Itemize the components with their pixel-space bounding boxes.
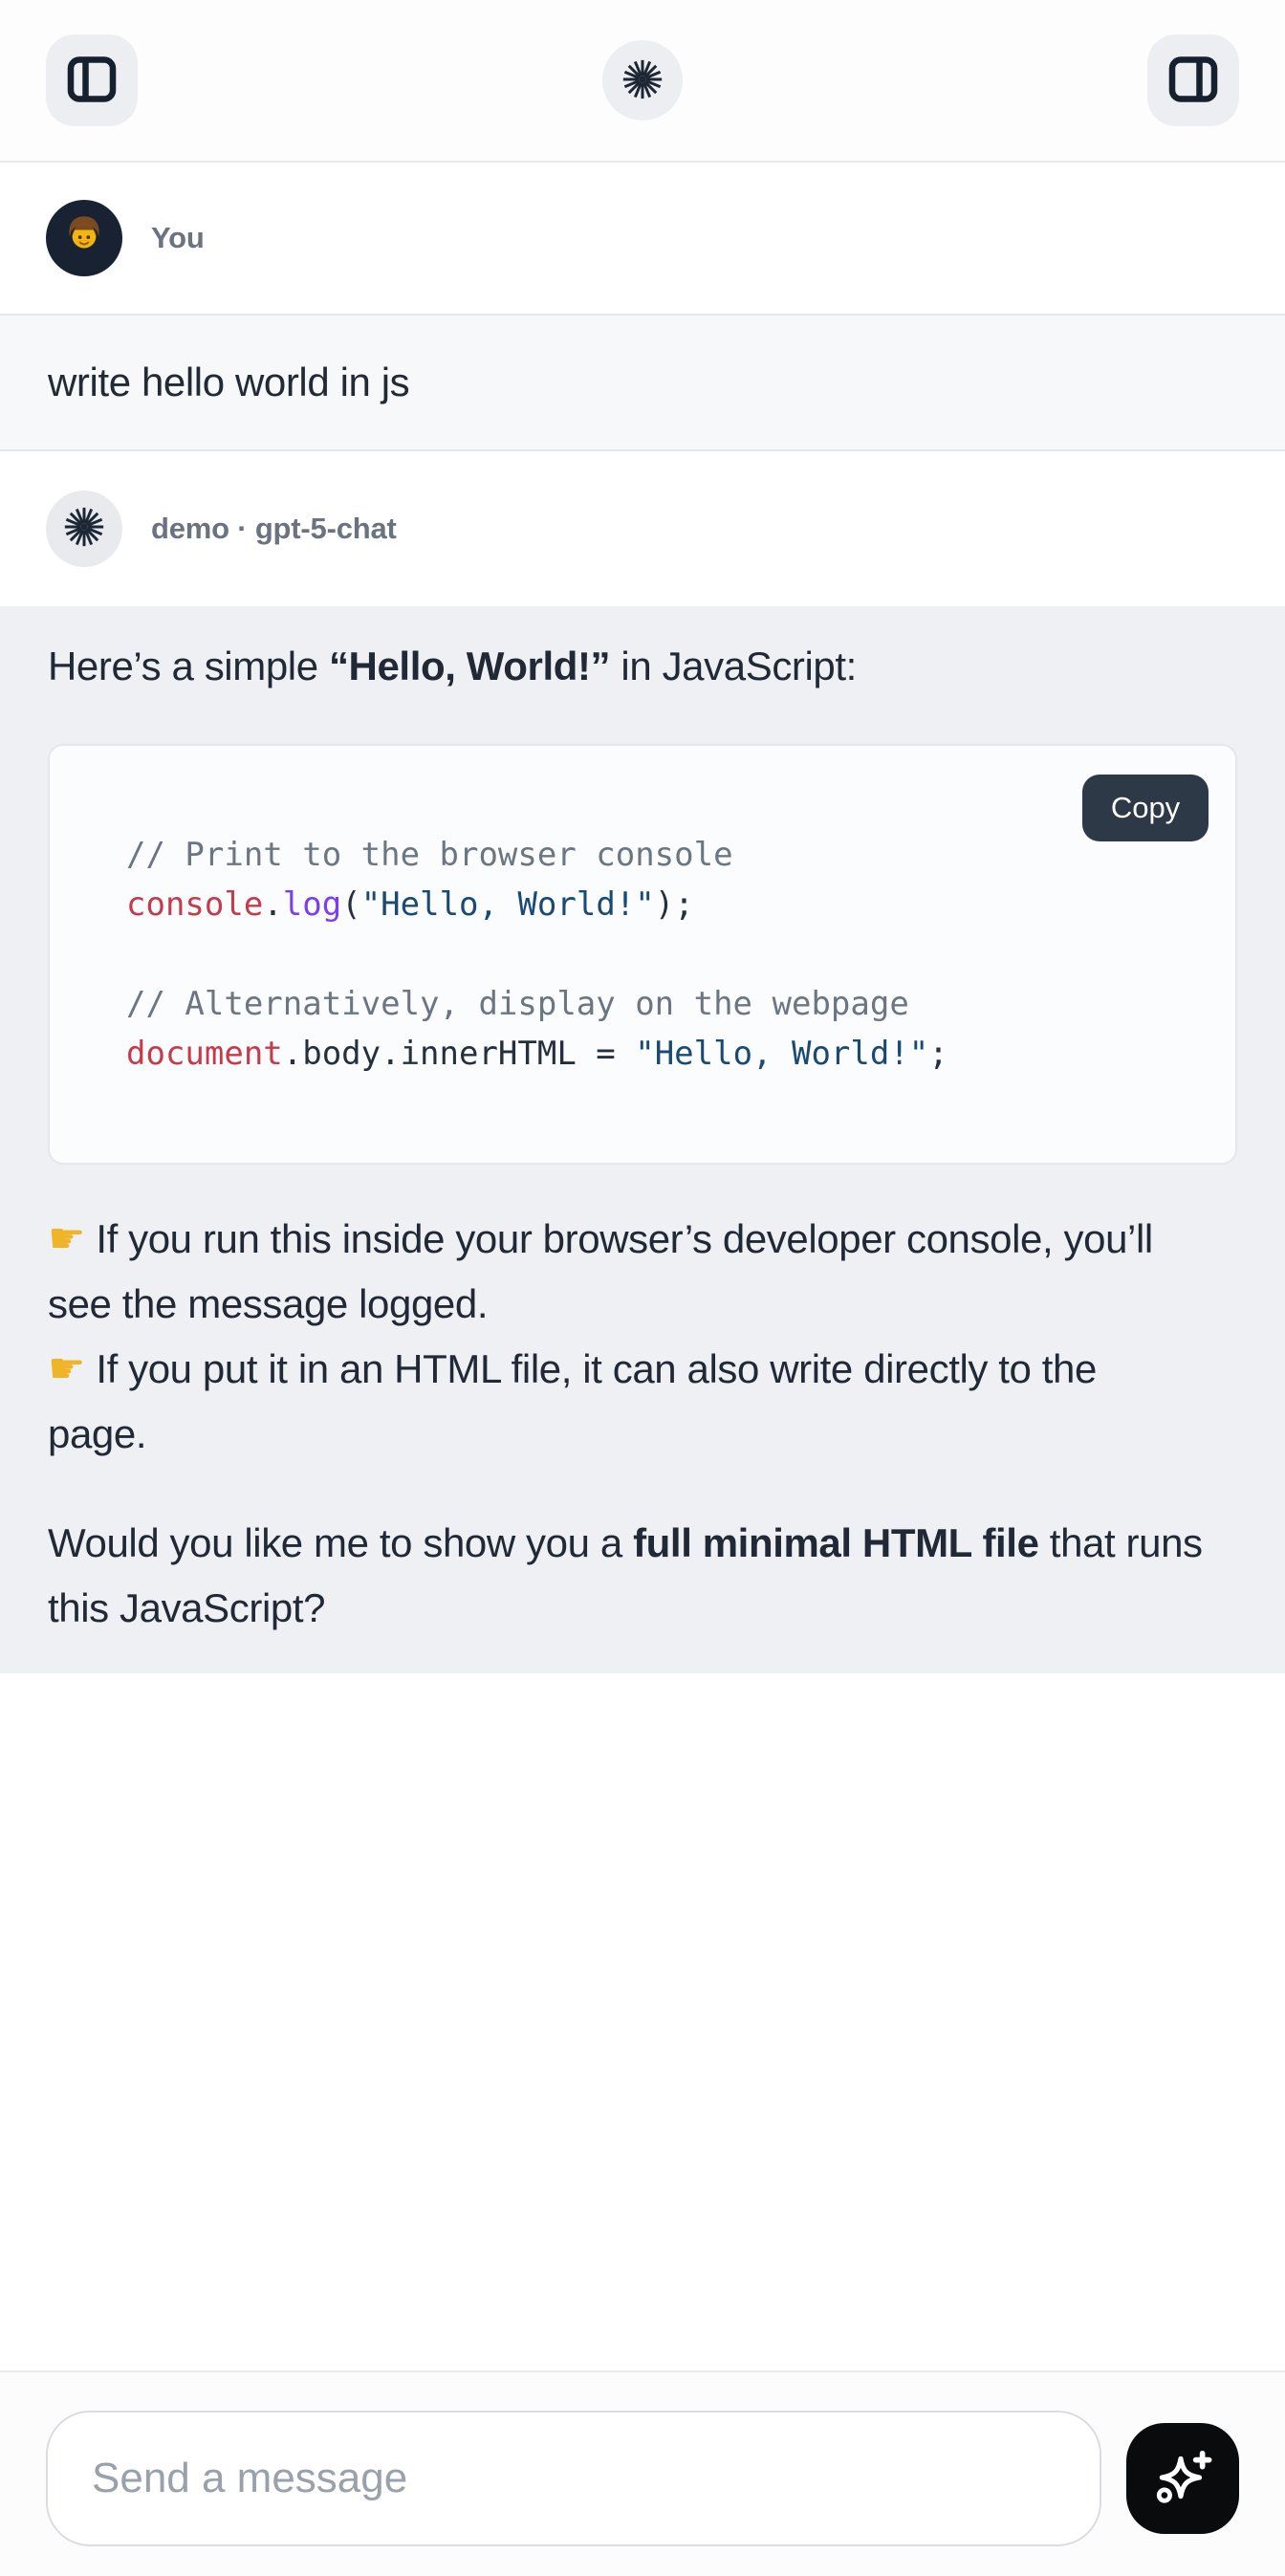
person-emoji-icon (59, 211, 109, 266)
copy-button[interactable]: Copy (1082, 775, 1209, 841)
code-line: document.body.innerHTML = "Hello, World!… (126, 1029, 1197, 1079)
composer-bar (0, 2370, 1285, 2576)
code-line: // Print to the browser console (126, 830, 1197, 880)
user-author-label: You (151, 221, 205, 255)
assistant-intro-text: Here’s a simple “Hello, World!” in JavaS… (48, 635, 1237, 698)
sparkle-icon (1151, 2446, 1214, 2512)
assistant-message: Here’s a simple “Hello, World!” in JavaS… (0, 606, 1285, 1673)
right-panel-toggle-button[interactable] (1147, 34, 1239, 126)
send-button[interactable] (1126, 2423, 1239, 2534)
pointing-hand-emoji: ☛ (48, 1214, 85, 1263)
assistant-avatar (46, 491, 122, 567)
user-message: write hello world in js (0, 314, 1285, 451)
pointing-hand-emoji: ☛ (48, 1344, 85, 1393)
assistant-author-label: demo · gpt-5-chat (151, 512, 397, 546)
panel-left-icon (67, 56, 117, 105)
code-line: console.log("Hello, World!"); (126, 880, 1197, 929)
user-turn: You write hello world in js (0, 163, 1285, 451)
assistant-turn: demo · gpt-5-chat Here’s a simple “Hello… (0, 451, 1285, 1673)
model-button[interactable] (602, 40, 683, 120)
assistant-paragraph: ☛ If you run this inside your browser’s … (48, 1207, 1237, 1467)
sidebar-toggle-button[interactable] (46, 34, 138, 126)
starburst-icon (62, 505, 106, 554)
assistant-paragraph: Would you like me to show you a full min… (48, 1511, 1237, 1641)
message-input[interactable] (46, 2411, 1101, 2546)
user-message-text: write hello world in js (48, 360, 409, 405)
code-block: Copy // Print to the browser consolecons… (48, 744, 1237, 1165)
panel-right-icon (1168, 56, 1218, 105)
code-line: // Alternatively, display on the webpage (126, 979, 1197, 1029)
code-content: // Print to the browser consoleconsole.l… (50, 746, 1235, 1163)
top-bar (0, 0, 1285, 163)
chat-scroll-area[interactable]: You write hello world in js (0, 163, 1285, 1673)
code-line (126, 929, 1197, 979)
user-avatar (46, 200, 122, 276)
starburst-icon (621, 57, 664, 104)
